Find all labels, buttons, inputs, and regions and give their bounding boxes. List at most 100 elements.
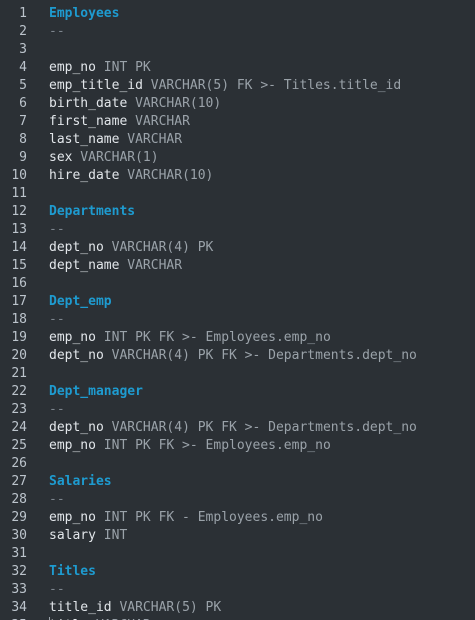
code-text: Dept_manager	[49, 383, 143, 401]
code-line[interactable]: 3	[0, 41, 475, 59]
code-text: --	[49, 581, 65, 599]
column-definition: INT PK	[95, 60, 151, 75]
column-name: dept_no	[49, 240, 104, 255]
code-line[interactable]: 27 Salaries	[0, 473, 475, 491]
separator-comment: --	[49, 402, 65, 417]
code-line[interactable]: 16	[0, 275, 475, 293]
code-line[interactable]: 34 title_id VARCHAR(5) PK	[0, 599, 475, 617]
code-text: --	[49, 221, 65, 239]
code-line[interactable]: 4 emp_no INT PK	[0, 59, 475, 77]
code-line[interactable]: 25 emp_no INT PK FK >- Employees.emp_no	[0, 437, 475, 455]
line-number: 26	[11, 456, 27, 471]
code-line[interactable]: 29 emp_no INT PK FK - Employees.emp_no	[0, 509, 475, 527]
code-line[interactable]: 17 Dept_emp	[0, 293, 475, 311]
line-number: 22	[11, 384, 27, 399]
code-text: emp_title_id VARCHAR(5) FK >- Titles.tit…	[49, 77, 401, 95]
code-line[interactable]: 8 last_name VARCHAR	[0, 131, 475, 149]
line-number: 11	[11, 186, 27, 201]
code-line[interactable]: 7 first_name VARCHAR	[0, 113, 475, 131]
column-name: last_name	[49, 132, 120, 147]
table-name: Titles	[49, 564, 96, 579]
code-line[interactable]: 12 Departments	[0, 203, 475, 221]
code-text: --	[49, 401, 65, 419]
code-line[interactable]: 10 hire_date VARCHAR(10)	[0, 167, 475, 185]
line-number: 5	[19, 78, 27, 93]
separator-comment: --	[49, 24, 65, 39]
line-number: 24	[11, 420, 27, 435]
column-name: dept_no	[49, 420, 104, 435]
line-number: 10	[11, 168, 27, 183]
code-text: sex VARCHAR(1)	[49, 149, 159, 167]
code-line[interactable]: 19 emp_no INT PK FK >- Employees.emp_no	[0, 329, 475, 347]
code-text: title_id VARCHAR(5) PK	[49, 599, 221, 617]
table-name: Departments	[49, 204, 136, 219]
code-line[interactable]: 30 salary INT	[0, 527, 475, 545]
code-text: Employees	[49, 5, 119, 23]
table-name: Salaries	[49, 474, 112, 489]
code-line[interactable]: 24 dept_no VARCHAR(4) PK FK >- Department…	[0, 419, 475, 437]
line-number: 7	[19, 114, 27, 129]
code-line[interactable]: 14 dept_no VARCHAR(4) PK	[0, 239, 475, 257]
code-line[interactable]: 31	[0, 545, 475, 563]
separator-comment: --	[49, 312, 65, 327]
column-name: sex	[49, 150, 73, 165]
line-number: 1	[19, 6, 27, 21]
separator-comment: --	[49, 222, 65, 237]
code-line[interactable]: 6 birth_date VARCHAR(10)	[0, 95, 475, 113]
line-number: 15	[11, 258, 27, 273]
line-number: 3	[19, 42, 27, 57]
code-line[interactable]: 18 --	[0, 311, 475, 329]
column-name: dept_no	[49, 348, 104, 363]
code-lines: 1 Employees 2 -- 3 4 emp_no INT PK 5 emp_title_i…	[0, 5, 475, 620]
column-name: dept_name	[49, 258, 120, 273]
line-number: 25	[11, 438, 27, 453]
code-line[interactable]: 22 Dept_manager	[0, 383, 475, 401]
column-name: emp_no	[49, 330, 96, 345]
line-number: 4	[19, 60, 27, 75]
code-text: Titles	[49, 563, 96, 581]
column-definition: VARCHAR	[127, 114, 190, 129]
column-name: salary	[49, 528, 96, 543]
code-line[interactable]: 2 --	[0, 23, 475, 41]
code-line[interactable]: 21	[0, 365, 475, 383]
column-definition: VARCHAR(4) PK FK >- Departments.dept_no	[103, 348, 417, 363]
line-number: 16	[11, 276, 27, 291]
column-name: title_id	[49, 600, 112, 615]
table-name: Dept_emp	[49, 294, 112, 309]
code-line[interactable]: 23 --	[0, 401, 475, 419]
code-text: Salaries	[49, 473, 112, 491]
separator-comment: --	[49, 582, 65, 597]
code-line[interactable]: 11	[0, 185, 475, 203]
line-number: 18	[11, 312, 27, 327]
code-line[interactable]: 1 Employees	[0, 5, 475, 23]
line-number: 23	[11, 402, 27, 417]
code-line[interactable]: 28 --	[0, 491, 475, 509]
code-line[interactable]: 20 dept_no VARCHAR(4) PK FK >- Department…	[0, 347, 475, 365]
code-line[interactable]: 33 --	[0, 581, 475, 599]
code-line[interactable]: 5 emp_title_id VARCHAR(5) FK >- Titles.ti…	[0, 77, 475, 95]
code-text: --	[49, 311, 65, 329]
column-definition: VARCHAR(10)	[127, 96, 222, 111]
column-definition: VARCHAR(5) PK	[111, 600, 222, 615]
column-definition: INT PK FK >- Employees.emp_no	[95, 330, 331, 345]
code-text: emp_no INT PK	[49, 59, 151, 77]
code-line[interactable]: 9 sex VARCHAR(1)	[0, 149, 475, 167]
line-number: 29	[11, 510, 27, 525]
line-number: 9	[19, 150, 27, 165]
code-line[interactable]: 26	[0, 455, 475, 473]
column-name: emp_title_id	[49, 78, 143, 93]
separator-comment: --	[49, 492, 65, 507]
code-line[interactable]: 13 --	[0, 221, 475, 239]
table-name: Dept_manager	[49, 384, 143, 399]
code-text: emp_no INT PK FK - Employees.emp_no	[49, 509, 323, 527]
code-line[interactable]: 32 Titles	[0, 563, 475, 581]
column-definition: VARCHAR(5) FK >- Titles.title_id	[142, 78, 402, 93]
code-text: emp_no INT PK FK >- Employees.emp_no	[49, 329, 331, 347]
column-definition: VARCHAR(1)	[72, 150, 159, 165]
code-editor[interactable]: 1 Employees 2 -- 3 4 emp_no INT PK 5 emp_title_i…	[0, 0, 475, 620]
code-line[interactable]: 15 dept_name VARCHAR	[0, 257, 475, 275]
code-text: hire_date VARCHAR(10)	[49, 167, 213, 185]
column-definition: INT PK FK >- Employees.emp_no	[95, 438, 331, 453]
line-number: 34	[11, 600, 27, 615]
line-number: 32	[11, 564, 27, 579]
